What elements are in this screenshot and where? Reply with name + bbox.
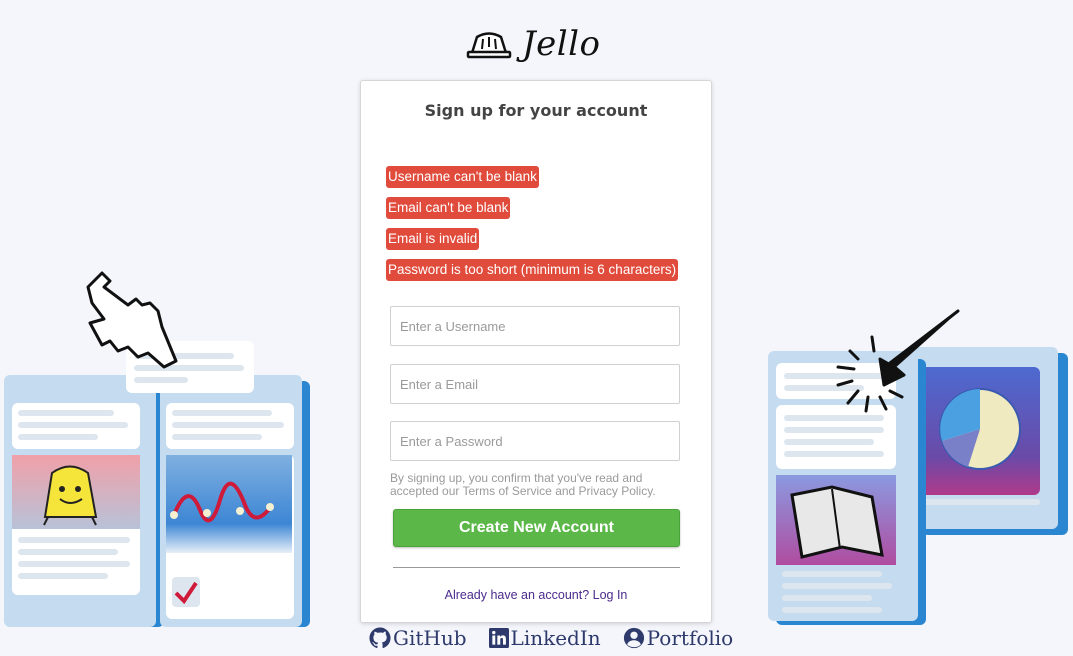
error-email-blank: Email can't be blank: [386, 197, 511, 219]
github-icon: [369, 627, 391, 649]
user-circle-icon: [623, 627, 644, 649]
linkedin-link[interactable]: LinkedIn: [488, 626, 601, 650]
portfolio-link[interactable]: Portfolio: [623, 626, 734, 650]
portfolio-label: Portfolio: [646, 626, 734, 650]
email-input[interactable]: [390, 364, 680, 404]
linkedin-label: LinkedIn: [510, 626, 601, 650]
footer-links: GitHub LinkedIn Portfolio: [369, 626, 733, 650]
jello-mold-icon: [466, 32, 512, 59]
left-illustration: [4, 271, 310, 627]
create-account-button[interactable]: Create New Account: [393, 509, 680, 547]
error-email-invalid: Email is invalid: [386, 228, 480, 250]
brand-name: Jello: [522, 24, 601, 64]
github-link[interactable]: GitHub: [369, 626, 467, 650]
error-password-short: Password is too short (minimum is 6 char…: [386, 259, 679, 281]
form-title: Sign up for your account: [424, 101, 648, 120]
linkedin-icon: [488, 628, 509, 648]
terms-text: By signing up, you confirm that you've r…: [390, 471, 656, 498]
password-input[interactable]: [390, 421, 680, 461]
right-illustration: [768, 309, 1068, 625]
signup-card: Sign up for your account Username can't …: [360, 80, 712, 623]
brand-header: Jello: [466, 22, 600, 66]
username-input[interactable]: [390, 306, 680, 346]
github-label: GitHub: [393, 626, 467, 650]
error-username-blank: Username can't be blank: [386, 166, 539, 188]
login-link[interactable]: Already have an account? Log In: [361, 588, 711, 602]
divider: [393, 567, 680, 568]
